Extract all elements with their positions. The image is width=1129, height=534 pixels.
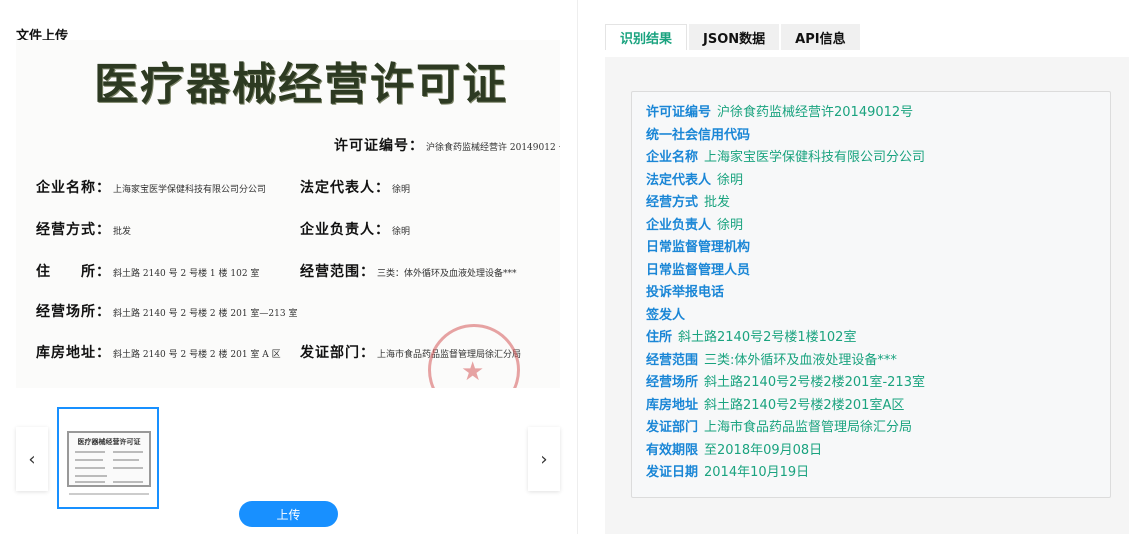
result-field-key: 日常监督管理人员 bbox=[646, 262, 751, 278]
result-field-row: 法定代表人 徐明 bbox=[646, 170, 1110, 193]
results-tabs: 识别结果 JSON数据 API信息 bbox=[605, 24, 860, 50]
cert-premise-label: 经营场所： bbox=[36, 304, 111, 320]
result-field-key: 有效期限 bbox=[646, 442, 699, 458]
result-field-key: 发证日期 bbox=[646, 465, 699, 480]
thumbnail-document: 医疗器械经营许可证 bbox=[67, 431, 151, 487]
carousel-prev-button[interactable]: ‹ bbox=[16, 427, 48, 491]
result-field-value: 上海市食品药品监督管理局徐汇分局 bbox=[704, 420, 913, 435]
result-field-value: 批发 bbox=[704, 195, 731, 210]
result-field-row: 住所 斜土路2140号2号楼1楼102室 bbox=[646, 327, 1110, 350]
result-field-key: 投诉举报电话 bbox=[646, 285, 725, 300]
result-field-row: 许可证编号 沪徐食药监械经营许20149012号 bbox=[646, 102, 1110, 125]
chevron-right-icon: › bbox=[540, 448, 548, 470]
result-field-key: 住所 bbox=[646, 330, 673, 345]
result-field-row: 投诉举报电话 bbox=[646, 282, 1110, 305]
result-field-row: 经营场所 斜土路2140号2号楼2楼201室-213室 bbox=[646, 372, 1110, 395]
result-field-row: 经营方式 批发 bbox=[646, 192, 1110, 215]
result-field-row: 发证部门 上海市食品药品监督管理局徐汇分局 bbox=[646, 417, 1110, 440]
cert-license-value: 沪徐食药监械经营许 20149012 号 bbox=[426, 143, 560, 153]
carousel-next-button[interactable]: › bbox=[528, 427, 560, 491]
result-field-value: 斜土路2140号2号楼1楼102室 bbox=[678, 330, 857, 345]
result-field-row: 签发人 bbox=[646, 305, 1110, 328]
cert-company-value: 上海家宝医学保健科技有限公司分公司 bbox=[113, 185, 267, 195]
result-field-value: 2014年10月19日 bbox=[704, 465, 810, 480]
cert-scope-row: 经营范围： 三类：体外循环及血液处理设备*** bbox=[300, 261, 517, 281]
certificate-title: 医疗器械经营许可证 bbox=[94, 59, 508, 110]
result-field-key: 库房地址 bbox=[646, 397, 699, 413]
results-panel: 识别结果 JSON数据 API信息 许可证编号 沪徐食药监械经营许20149012… bbox=[590, 0, 1129, 534]
result-field-key: 签发人 bbox=[646, 307, 686, 323]
tab-json-data[interactable]: JSON数据 bbox=[689, 24, 780, 50]
upload-button[interactable]: 上传 bbox=[239, 501, 338, 527]
result-field-row: 库房地址 斜土路2140号2号楼2楼201室A区 bbox=[646, 395, 1110, 418]
cert-company-row: 企业名称： 上海家宝医学保健科技有限公司分公司 bbox=[36, 177, 266, 197]
result-field-key: 许可证编号 bbox=[646, 105, 712, 120]
cert-scope-label: 经营范围： bbox=[300, 264, 375, 280]
ocr-demo-app: 文件上传 医疗器械经营许可证 许可证编号： 沪徐食药监械经营许 20149012 … bbox=[0, 0, 1129, 534]
cert-legal-value: 徐明 bbox=[392, 185, 411, 195]
result-field-value: 斜土路2140号2号楼2楼201室A区 bbox=[704, 397, 905, 413]
cert-warehouse-label: 库房地址： bbox=[36, 345, 111, 361]
cert-license-label: 许可证编号： bbox=[334, 138, 424, 154]
cert-company-label: 企业名称： bbox=[36, 180, 111, 196]
result-field-value: 三类:体外循环及血液处理设备*** bbox=[704, 352, 897, 368]
cert-legal-row: 法定代表人： 徐明 bbox=[300, 177, 410, 197]
result-field-key: 经营方式 bbox=[646, 195, 699, 210]
result-field-value: 沪徐食药监械经营许20149012号 bbox=[717, 105, 914, 120]
result-field-value: 徐明 bbox=[717, 172, 744, 188]
result-field-row: 统一社会信用代码 bbox=[646, 125, 1110, 148]
cert-address-label: 住 所： bbox=[36, 264, 111, 280]
cert-head-row: 企业负责人： 徐明 bbox=[300, 219, 410, 239]
cert-license-row: 许可证编号： 沪徐食药监械经营许 20149012 号 bbox=[334, 135, 560, 155]
thumbnail-title: 医疗器械经营许可证 bbox=[77, 438, 141, 446]
cert-scope-value: 三类：体外循环及血液处理设备*** bbox=[377, 269, 517, 279]
cert-premise-row: 经营场所： 斜土路 2140 号 2 号楼 2 楼 201 室—213 室 bbox=[36, 301, 297, 321]
result-field-key: 企业名称 bbox=[646, 150, 699, 165]
certificate-thumbnail[interactable]: 医疗器械经营许可证 bbox=[57, 407, 159, 509]
result-field-key: 企业负责人 bbox=[646, 217, 712, 233]
result-field-row: 企业名称 上海家宝医学保健科技有限公司分公司 bbox=[646, 147, 1110, 170]
result-field-row: 发证日期 2014年10月19日 bbox=[646, 462, 1110, 485]
result-field-row: 经营范围 三类:体外循环及血液处理设备*** bbox=[646, 350, 1110, 373]
recognition-result-box: 许可证编号 沪徐食药监械经营许20149012号 统一社会信用代码 企业名称 上海家宝医… bbox=[631, 91, 1111, 498]
result-field-value: 斜土路2140号2号楼2楼201室-213室 bbox=[704, 375, 925, 390]
result-field-row: 日常监督管理机构 bbox=[646, 237, 1110, 260]
result-field-key: 法定代表人 bbox=[646, 172, 712, 188]
chevron-left-icon: ‹ bbox=[28, 448, 36, 470]
result-field-row: 日常监督管理人员 bbox=[646, 260, 1110, 283]
cert-mode-row: 经营方式： 批发 bbox=[36, 219, 131, 239]
cert-mode-label: 经营方式： bbox=[36, 222, 111, 238]
result-field-value: 至2018年09月08日 bbox=[704, 442, 823, 458]
result-field-key: 发证部门 bbox=[646, 420, 699, 435]
cert-warehouse-row: 库房地址： 斜土路 2140 号 2 号楼 2 楼 201 室 A 区 bbox=[36, 342, 281, 362]
tab-content: 许可证编号 沪徐食药监械经营许20149012号 统一社会信用代码 企业名称 上海家宝医… bbox=[605, 57, 1129, 534]
cert-legal-label: 法定代表人： bbox=[300, 180, 390, 196]
cert-warehouse-value: 斜土路 2140 号 2 号楼 2 楼 201 室 A 区 bbox=[113, 350, 281, 360]
official-seal-icon: ★ bbox=[428, 324, 520, 388]
cert-mode-value: 批发 bbox=[113, 227, 132, 237]
tab-api-info[interactable]: API信息 bbox=[781, 24, 860, 50]
certificate-preview: 医疗器械经营许可证 许可证编号： 沪徐食药监械经营许 20149012 号 企业名… bbox=[16, 40, 560, 388]
cert-premise-value: 斜土路 2140 号 2 号楼 2 楼 201 室—213 室 bbox=[113, 309, 298, 319]
result-field-value: 徐明 bbox=[717, 217, 744, 233]
cert-address-row: 住 所： 斜土路 2140 号 2 号楼 1 楼 102 室 bbox=[36, 261, 259, 281]
tab-recognition-result[interactable]: 识别结果 bbox=[605, 24, 688, 50]
result-field-row: 企业负责人 徐明 bbox=[646, 215, 1110, 238]
result-field-key: 经营场所 bbox=[646, 375, 699, 390]
cert-address-value: 斜土路 2140 号 2 号楼 1 楼 102 室 bbox=[113, 269, 260, 279]
cert-head-label: 企业负责人： bbox=[300, 222, 390, 238]
upload-panel: 文件上传 医疗器械经营许可证 许可证编号： 沪徐食药监械经营许 20149012 … bbox=[0, 0, 578, 534]
result-field-row: 有效期限 至2018年09月08日 bbox=[646, 440, 1110, 463]
cert-issuer-label: 发证部门： bbox=[300, 345, 375, 361]
result-field-value: 上海家宝医学保健科技有限公司分公司 bbox=[704, 150, 926, 165]
result-field-key: 经营范围 bbox=[646, 352, 699, 368]
result-field-key: 统一社会信用代码 bbox=[646, 127, 751, 143]
result-field-key: 日常监督管理机构 bbox=[646, 240, 751, 255]
cert-head-value: 徐明 bbox=[392, 227, 411, 237]
